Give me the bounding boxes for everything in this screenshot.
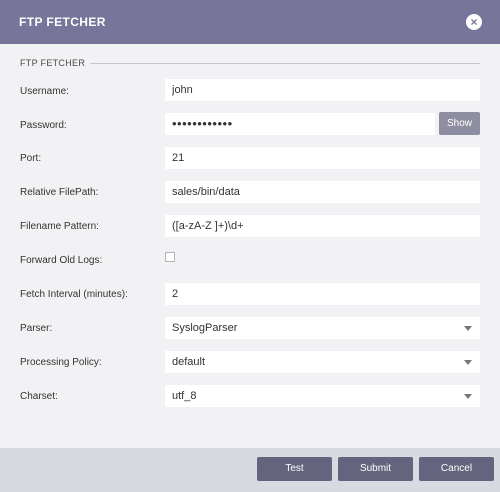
caret-down-icon — [464, 360, 472, 365]
relative-filepath-label: Relative FilePath: — [20, 187, 99, 198]
username-label: Username: — [20, 86, 69, 97]
charset-select-value: utf_8 — [172, 390, 197, 402]
port-input[interactable] — [165, 147, 480, 169]
processing-policy-label: Processing Policy: — [20, 357, 102, 368]
processing-policy-select-value: default — [172, 356, 206, 368]
parser-select-value: SyslogParser — [172, 322, 238, 334]
caret-down-icon — [464, 326, 472, 331]
charset-label: Charset: — [20, 391, 58, 402]
close-icon[interactable]: × — [466, 14, 482, 30]
cancel-button[interactable]: Cancel — [419, 457, 494, 481]
filename-pattern-label: Filename Pattern: — [20, 221, 99, 232]
test-button[interactable]: Test — [257, 457, 332, 481]
section-label: FTP FETCHER — [20, 58, 86, 68]
parser-label: Parser: — [20, 323, 53, 334]
submit-button[interactable]: Submit — [338, 457, 413, 481]
relative-filepath-input[interactable] — [165, 181, 480, 203]
caret-down-icon — [464, 394, 472, 399]
filename-pattern-input[interactable] — [165, 215, 480, 237]
section-divider — [90, 63, 480, 64]
fetch-interval-input[interactable] — [165, 283, 480, 305]
processing-policy-select[interactable]: default — [165, 351, 480, 373]
dialog-title: FTP FETCHER — [19, 15, 106, 29]
charset-select[interactable]: utf_8 — [165, 385, 480, 407]
dialog-titlebar: FTP FETCHER × — [0, 0, 500, 44]
password-input[interactable] — [165, 113, 435, 135]
parser-select[interactable]: SyslogParser — [165, 317, 480, 339]
password-label: Password: — [20, 120, 67, 131]
dialog-footer: Test Submit Cancel — [0, 448, 500, 492]
username-input[interactable] — [165, 79, 480, 101]
forward-old-logs-label: Forward Old Logs: — [20, 255, 103, 266]
show-password-button[interactable]: Show — [439, 112, 480, 135]
forward-old-logs-checkbox[interactable] — [165, 252, 175, 262]
port-label: Port: — [20, 153, 42, 164]
ftp-fetcher-dialog: FTP FETCHER × FTP FETCHER Username: Pass… — [0, 0, 500, 492]
fetch-interval-label: Fetch Interval (minutes): — [20, 289, 128, 300]
